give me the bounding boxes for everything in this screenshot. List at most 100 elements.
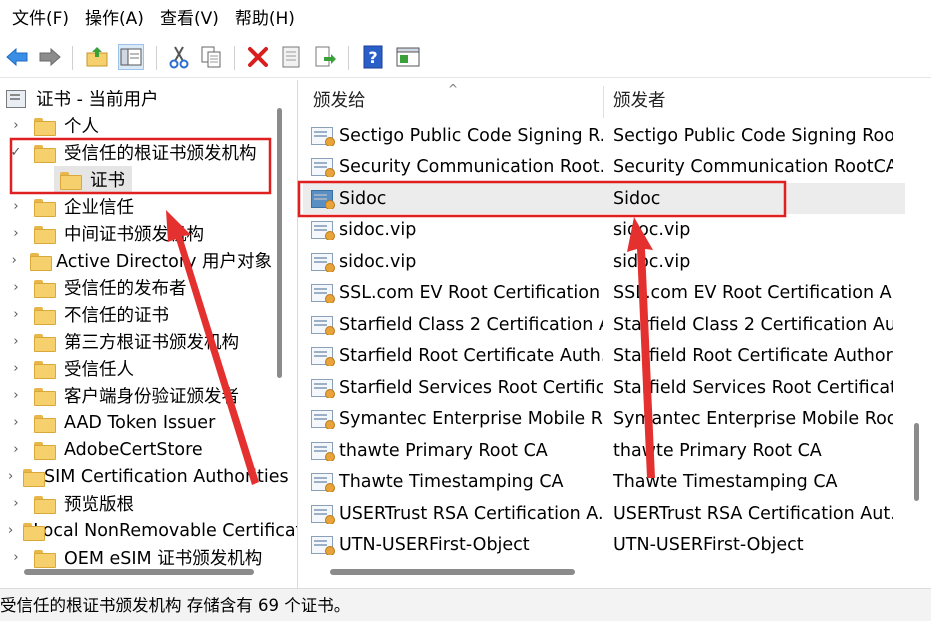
certificate-store-icon	[6, 89, 26, 108]
chevron-right-icon[interactable]: ›	[8, 334, 24, 349]
svg-text:?: ?	[368, 48, 377, 67]
list-horizontal-scrollbar[interactable]	[330, 569, 575, 575]
folder-icon	[34, 198, 56, 217]
list-item[interactable]: UTN-USERFirst-Object UTN-USERFirst-Objec…	[303, 529, 905, 560]
tree-item-label: 第三方根证书颁发机构	[64, 333, 239, 353]
list-item-selected[interactable]: Sidoc Sidoc	[303, 183, 905, 214]
properties-icon[interactable]	[278, 44, 304, 70]
tree-pane: 证书 - 当前用户 › 个人 ✓ 受信任的根证书颁发机构 证书 › 企业信任 ›…	[0, 80, 298, 588]
chevron-right-icon[interactable]: ›	[8, 280, 24, 295]
issued-to: thawte Primary Root CA	[339, 440, 548, 461]
certificate-icon	[311, 220, 335, 240]
action-pane-icon[interactable]	[395, 44, 421, 70]
tree-item-enterprise-trust[interactable]: › 企业信任	[0, 193, 272, 220]
certificate-icon	[311, 283, 335, 303]
tree-item-trusted-people[interactable]: › 受信任人	[0, 355, 272, 382]
tree-item-third-party-root[interactable]: › 第三方根证书颁发机构	[0, 328, 272, 355]
chevron-right-icon[interactable]: ›	[8, 361, 24, 376]
tree-horizontal-scrollbar[interactable]	[24, 569, 254, 575]
issued-by: USERTrust RSA Certification Aut...	[613, 503, 893, 524]
issued-by: Starfield Root Certificate Authori...	[613, 345, 893, 366]
menu-action[interactable]: 操作(A)	[81, 0, 156, 38]
tree-item-preview-root[interactable]: › 预览版根	[0, 490, 272, 517]
tree-item-adobe-cert-store[interactable]: › AdobeCertStore	[0, 436, 272, 463]
issued-to: Starfield Root Certificate Auth...	[339, 345, 603, 366]
cut-icon[interactable]	[166, 44, 192, 70]
certificate-icon	[311, 189, 335, 209]
list-item[interactable]: sidoc.vip sidoc.vip	[303, 214, 905, 245]
certificate-icon	[311, 126, 335, 146]
list-item[interactable]: Starfield Services Root Certific... Star…	[303, 372, 905, 403]
toolbar-separator	[234, 46, 235, 70]
tree-item-certificates[interactable]: 证书	[54, 166, 132, 193]
back-arrow-icon[interactable]	[4, 44, 30, 70]
list-vertical-scrollbar[interactable]	[914, 423, 919, 501]
folder-icon	[34, 387, 56, 406]
issued-to: Starfield Class 2 Certification A...	[339, 314, 603, 335]
chevron-right-icon[interactable]: ›	[8, 550, 24, 565]
tree-item-label: 证书	[90, 171, 125, 191]
menu-file[interactable]: 文件(F)	[8, 0, 81, 38]
issued-to: sidoc.vip	[339, 251, 417, 272]
tree-vertical-scrollbar[interactable]	[277, 108, 282, 378]
chevron-right-icon[interactable]: ›	[8, 469, 13, 484]
menu-help[interactable]: 帮助(H)	[231, 0, 307, 38]
tree-item-active-directory[interactable]: › Active Directory 用户对象	[0, 247, 272, 274]
certificate-icon	[311, 535, 335, 555]
folder-up-icon[interactable]	[84, 44, 110, 70]
tree-root[interactable]: 证书 - 当前用户	[0, 85, 272, 112]
chevron-right-icon[interactable]: ›	[8, 523, 13, 538]
tree-item-trusted-publishers[interactable]: › 受信任的发布者	[0, 274, 272, 301]
issued-by: Sidoc	[613, 188, 661, 209]
column-header-issued-by[interactable]: 颁发者	[603, 80, 903, 122]
copy-icon[interactable]	[198, 44, 224, 70]
chevron-right-icon[interactable]: ›	[8, 442, 24, 457]
export-icon[interactable]	[312, 44, 338, 70]
certificate-icon	[311, 157, 335, 177]
list-item[interactable]: USERTrust RSA Certification A... USERTru…	[303, 498, 905, 529]
list-item[interactable]: Starfield Root Certificate Auth... Starf…	[303, 340, 905, 371]
issued-to: Symantec Enterprise Mobile R...	[339, 408, 603, 429]
chevron-expanded-icon[interactable]: ✓	[8, 145, 24, 160]
folder-icon	[34, 414, 56, 433]
chevron-right-icon[interactable]: ›	[8, 253, 20, 268]
list-item[interactable]: Symantec Enterprise Mobile R... Symantec…	[303, 403, 905, 434]
chevron-right-icon[interactable]: ›	[8, 118, 24, 133]
tree-item-personal[interactable]: › 个人	[0, 112, 272, 139]
delete-icon[interactable]	[245, 44, 271, 70]
chevron-right-icon[interactable]: ›	[8, 415, 24, 430]
chevron-right-icon[interactable]: ›	[8, 496, 24, 511]
tree-item-intermediate-ca[interactable]: › 中间证书颁发机构	[0, 220, 272, 247]
list-item[interactable]: Security Communication Root... Security …	[303, 151, 905, 182]
list-item[interactable]: Starfield Class 2 Certification A... Sta…	[303, 309, 905, 340]
certificate-icon	[311, 409, 335, 429]
show-hide-tree-icon[interactable]	[118, 44, 144, 70]
tree-item-oem-esim[interactable]: › OEM eSIM 证书颁发机构	[0, 544, 272, 571]
tree-item-untrusted[interactable]: › 不信任的证书	[0, 301, 272, 328]
menu-view[interactable]: 查看(V)	[156, 0, 231, 38]
chevron-right-icon[interactable]: ›	[8, 226, 24, 241]
certificate-icon	[311, 346, 335, 366]
toolbar: ?	[0, 38, 931, 78]
list-item[interactable]: thawte Primary Root CA thawte Primary Ro…	[303, 435, 905, 466]
list-item[interactable]: Thawte Timestamping CA Thawte Timestampi…	[303, 466, 905, 497]
tree-item-label: AdobeCertStore	[64, 439, 203, 460]
tree-root-label: 证书 - 当前用户	[36, 90, 159, 110]
certificate-list: 颁发给 ^ 颁发者 Sectigo Public Code Signing R.…	[303, 80, 931, 588]
folder-icon	[34, 441, 56, 460]
list-item[interactable]: sidoc.vip sidoc.vip	[303, 246, 905, 277]
tree-item-aad-token-issuer[interactable]: › AAD Token Issuer	[0, 409, 272, 436]
chevron-right-icon[interactable]: ›	[8, 199, 24, 214]
certificate-icon	[311, 441, 335, 461]
help-icon[interactable]: ?	[360, 44, 386, 70]
issued-to: Security Communication Root...	[339, 156, 603, 177]
chevron-right-icon[interactable]: ›	[8, 388, 24, 403]
chevron-right-icon[interactable]: ›	[8, 307, 24, 322]
tree-item-client-auth-issuers[interactable]: › 客户端身份验证颁发者	[0, 382, 272, 409]
tree-item-local-nonremovable[interactable]: › Local NonRemovable Certificates	[0, 517, 297, 544]
tree-item-esim-ca[interactable]: › eSIM Certification Authorities	[0, 463, 289, 490]
list-item[interactable]: Sectigo Public Code Signing R... Sectigo…	[303, 120, 905, 151]
tree-item-trusted-root[interactable]: ✓ 受信任的根证书颁发机构	[0, 139, 272, 166]
forward-arrow-icon[interactable]	[37, 44, 63, 70]
list-item[interactable]: SSL.com EV Root Certification ... SSL.co…	[303, 277, 905, 308]
